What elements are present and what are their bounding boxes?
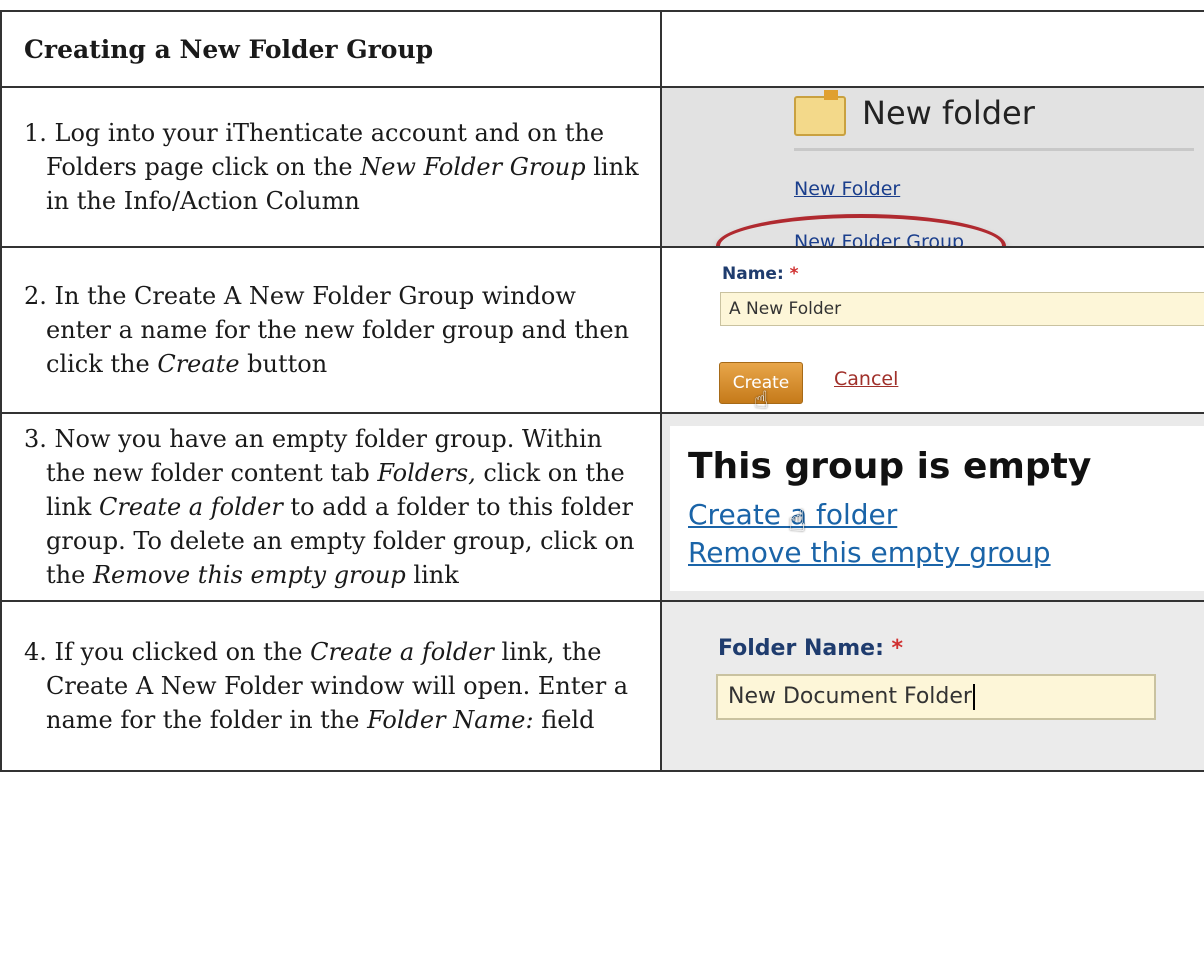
hand-pointer-icon: ☝ — [788, 504, 807, 539]
folder-name-value: New Document Folder — [728, 684, 972, 709]
step-3-screenshot: This group is empty Create a folder Remo… — [660, 412, 1204, 602]
cancel-link[interactable]: Cancel — [834, 368, 898, 390]
folder-icon — [794, 90, 846, 136]
text-caret — [972, 684, 975, 710]
name-label: Name: * — [722, 264, 799, 284]
folder-name-label-text: Folder Name: — [718, 636, 884, 661]
step-2-number: 2. — [24, 282, 47, 310]
step-4-screenshot: Folder Name: * New Document Folder — [660, 600, 1204, 772]
highlight-oval — [716, 214, 1006, 246]
empty-group-panel: This group is empty Create a folder Remo… — [670, 426, 1204, 591]
step-row-1: 1. Log into your iThenticate account and… — [0, 86, 1204, 248]
step-1-em: New Folder Group — [360, 153, 586, 181]
step-3-em-c: Remove this empty group — [92, 561, 406, 589]
required-marker: * — [789, 264, 799, 284]
instructions-table: Creating a New Folder Group 1. Log into … — [0, 10, 1204, 772]
step-3-text-d: link — [405, 561, 459, 589]
step-1-number: 1. — [24, 119, 47, 147]
step-3-em-a: Folders, — [377, 459, 476, 487]
name-label-text: Name: — [722, 264, 784, 284]
empty-group-heading: This group is empty — [688, 446, 1092, 487]
step-4-em-b: Folder Name: — [367, 706, 534, 734]
step-2-screenshot: Name: * A New Folder Create ☝ Cancel — [660, 246, 1204, 414]
header-empty-cell — [660, 10, 1204, 88]
step-4-text: 4. If you clicked on the Create a folder… — [0, 600, 662, 772]
folder-name-input[interactable]: New Document Folder — [716, 674, 1156, 720]
step-1-text: 1. Log into your iThenticate account and… — [0, 86, 662, 248]
required-marker: * — [891, 636, 904, 661]
step-3-em-b: Create a folder — [98, 493, 283, 521]
step-2-em: Create — [157, 350, 240, 378]
step-3-text: 3. Now you have an empty folder group. W… — [0, 412, 662, 602]
header-row: Creating a New Folder Group — [0, 10, 1204, 88]
step-2-text-a: In the Create A New Folder Group window … — [46, 282, 630, 378]
new-folder-title: New folder — [862, 94, 1035, 132]
step-3-number: 3. — [24, 425, 47, 453]
step-1-screenshot: New folder New Folder New Folder Group — [660, 86, 1204, 248]
table-title: Creating a New Folder Group — [0, 10, 662, 88]
name-input[interactable]: A New Folder — [720, 292, 1204, 326]
step-row-2: 2. In the Create A New Folder Group wind… — [0, 246, 1204, 414]
step-row-3: 3. Now you have an empty folder group. W… — [0, 412, 1204, 602]
step-2-text-b: button — [239, 350, 328, 378]
remove-group-link[interactable]: Remove this empty group — [688, 536, 1051, 569]
step-4-text-a: If you clicked on the — [54, 638, 311, 666]
new-folder-link[interactable]: New Folder — [794, 178, 900, 200]
step-4-text-c: field — [533, 706, 595, 734]
divider — [794, 148, 1194, 151]
step-4-em-a: Create a folder — [310, 638, 494, 666]
step-row-4: 4. If you clicked on the Create a folder… — [0, 600, 1204, 772]
hand-pointer-icon: ☝ — [754, 386, 769, 412]
step-2-text: 2. In the Create A New Folder Group wind… — [0, 246, 662, 414]
step-4-number: 4. — [24, 638, 47, 666]
folder-name-label: Folder Name: * — [718, 636, 903, 661]
